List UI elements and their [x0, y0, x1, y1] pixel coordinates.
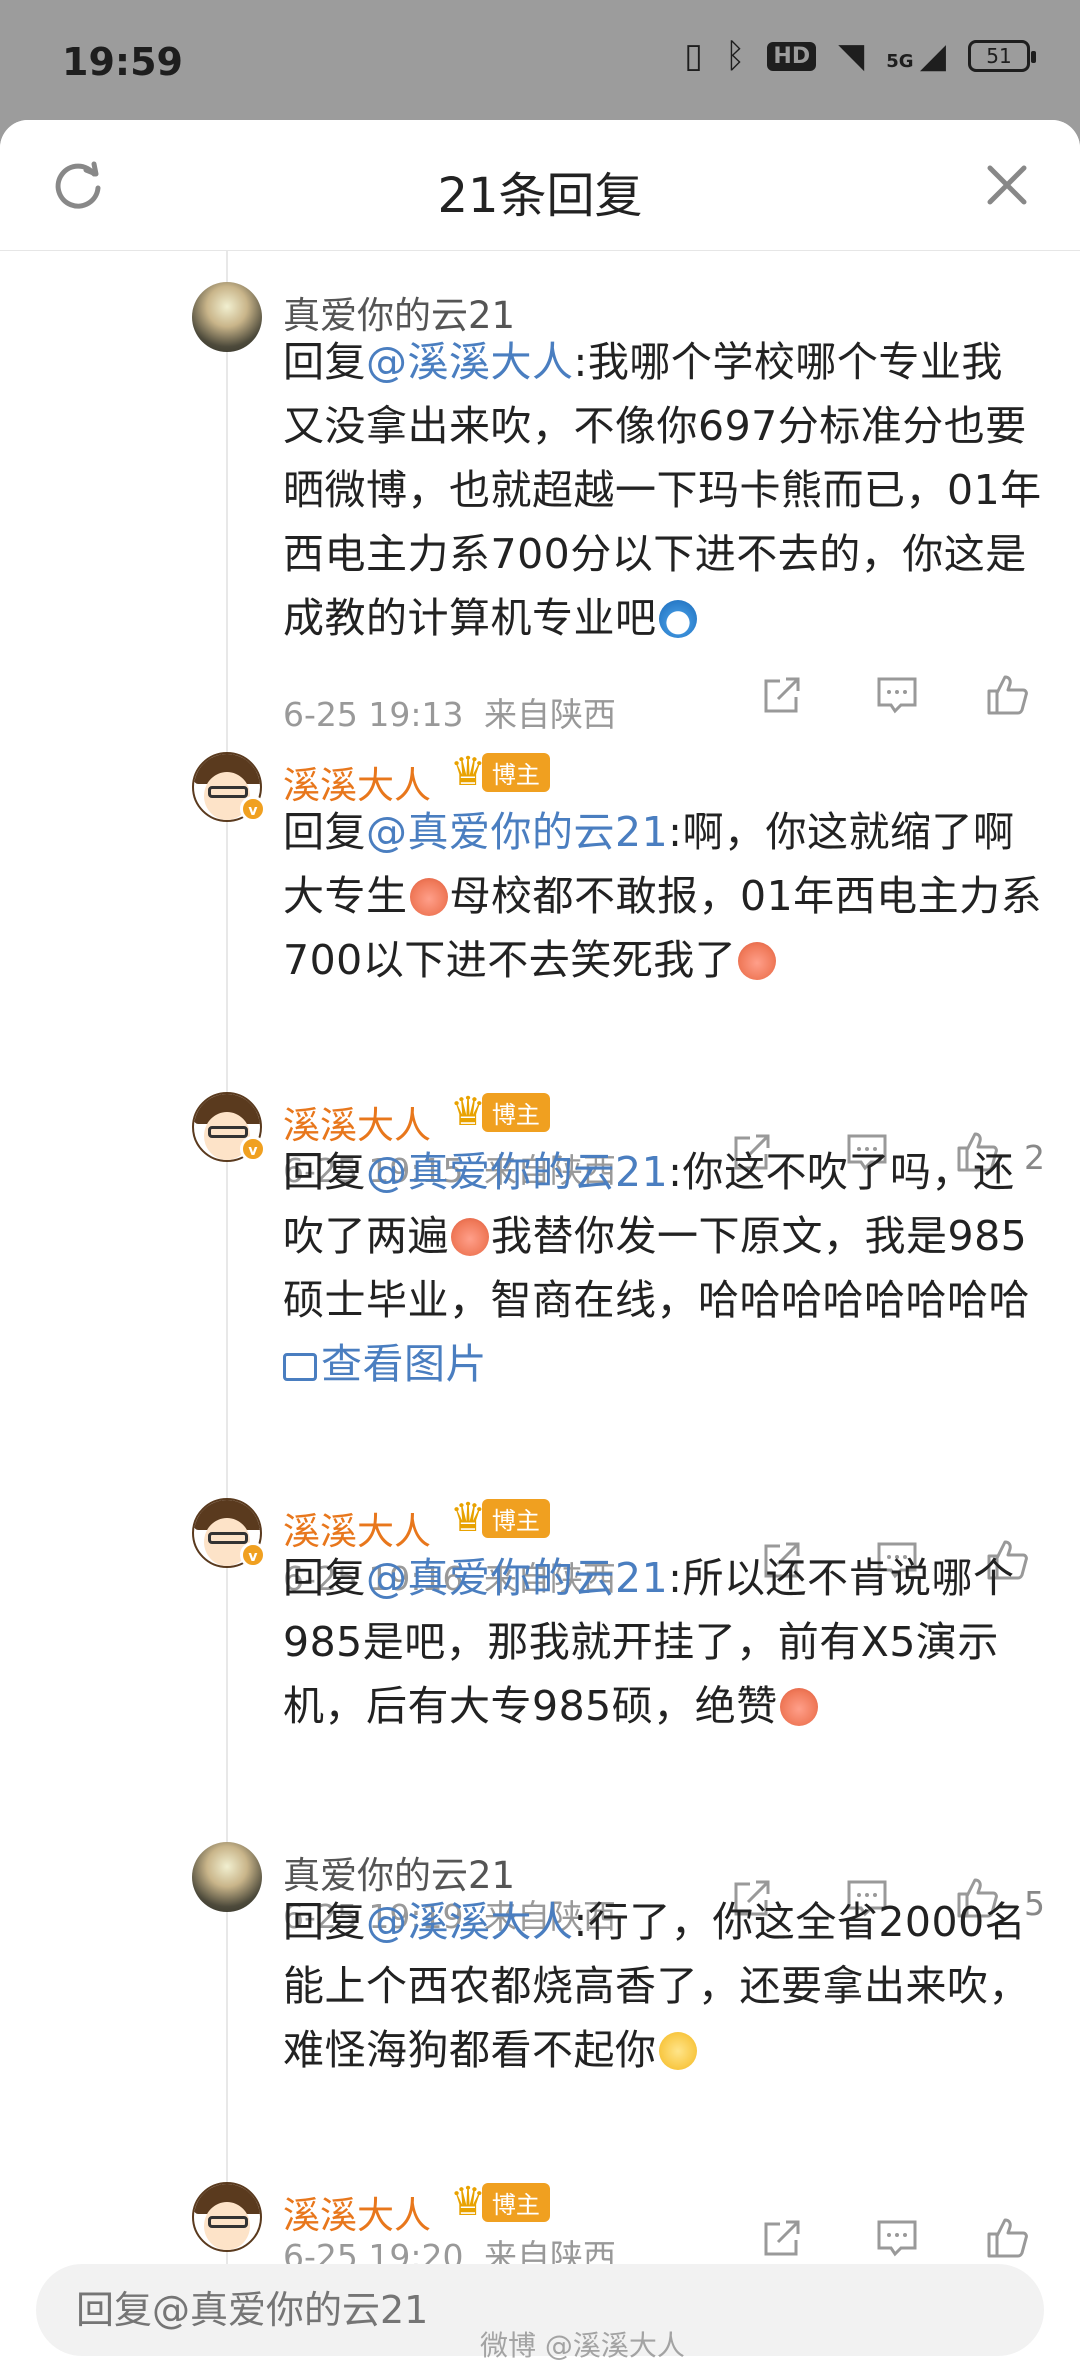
- reply-prefix: 回复: [283, 1898, 366, 1946]
- laugh-emoji-icon: [409, 878, 448, 916]
- reply-prefix: 回复: [283, 808, 366, 856]
- blogger-badge: ♛ 博主: [450, 1092, 550, 1132]
- close-icon[interactable]: [982, 160, 1032, 210]
- sheet-title: 21条回复: [437, 168, 643, 224]
- watermark: 微博 @溪溪大人: [480, 2329, 685, 2362]
- comment-text: 回复@真爱你的云21:你这不吹了吗，还吹了两遍 我替你发一下原文，我是985硕士毕…: [283, 1140, 1043, 1396]
- status-time: 19:59: [62, 40, 183, 84]
- comment-icon: [877, 2220, 917, 2257]
- comment-location: 来自陕西: [484, 695, 616, 734]
- comment-text: 回复@溪溪大人:我哪个学校哪个专业我又没拿出来吹，不像你697分标准分也要晒微博…: [283, 330, 1043, 650]
- network-type-label: 5G: [886, 51, 914, 72]
- thread-line: [226, 250, 228, 2330]
- comment-username[interactable]: 溪溪大人: [283, 2185, 431, 2239]
- avatar[interactable]: [192, 1842, 262, 1912]
- sheet-header: 21条回复: [0, 120, 1080, 251]
- status-icons: ▯ ᛒ HD ◥ 5G ◢ 51: [684, 36, 1036, 76]
- view-image-label: 查看图片: [321, 1340, 487, 1388]
- like-button[interactable]: [985, 2216, 1035, 2266]
- blogger-badge: ♛ 博主: [450, 752, 550, 792]
- crown-icon: ♛: [450, 749, 486, 795]
- comment-text: 回复@溪溪大人:行了，你这全省2000名能上个西农都烧高香了，还要拿出来吹，难怪…: [283, 1890, 1043, 2082]
- vibrate-icon: ▯: [684, 36, 703, 76]
- status-bar: 19:59 ▯ ᛒ HD ◥ 5G ◢ 51: [0, 0, 1080, 120]
- mention-link[interactable]: @溪溪大人: [366, 1898, 574, 1946]
- comment-text: 回复@真爱你的云21:啊，你这就缩了啊大专生 母校都不敢报，01年西电主力系700…: [283, 800, 1043, 992]
- comment-text: 回复@真爱你的云21:所以还不肯说哪个985是吧，那我就开挂了，前有X5演示机，…: [283, 1546, 1043, 1738]
- thumbs-up-icon: [987, 675, 1028, 715]
- battery-icon: 51: [968, 40, 1036, 72]
- crown-icon: ♛: [450, 1495, 486, 1541]
- avatar[interactable]: [192, 2182, 262, 2252]
- view-image-link[interactable]: 查看图片: [283, 1340, 487, 1388]
- replies-sheet: 21条回复 真爱你的云21 回复@溪溪大人:我哪个学校哪个专业我又没拿出来吹，不…: [0, 120, 1080, 2376]
- comment-button[interactable]: [875, 673, 925, 723]
- verified-badge-icon: v: [240, 1136, 266, 1162]
- comment-meta: 6-25 19:13 来自陕西: [283, 688, 616, 736]
- wifi-icon: ◥: [838, 36, 865, 76]
- doraemon-emoji-icon: [658, 600, 697, 638]
- laugh-emoji-icon: [738, 942, 777, 980]
- share-icon: [764, 2220, 800, 2256]
- blogger-badge: ♛ 博主: [450, 1498, 550, 1538]
- mention-link[interactable]: @真爱你的云21: [366, 1148, 668, 1196]
- verified-badge-icon: v: [240, 1542, 266, 1568]
- battery-level: 51: [986, 44, 1012, 68]
- avatar[interactable]: [192, 282, 262, 352]
- bluetooth-icon: ᛒ: [725, 36, 746, 76]
- mention-link[interactable]: @真爱你的云21: [366, 1554, 668, 1602]
- reply-prefix: 回复: [283, 338, 366, 386]
- share-icon: [764, 677, 800, 713]
- laugh-emoji-icon: [779, 1688, 818, 1726]
- mention-link[interactable]: @真爱你的云21: [366, 808, 668, 856]
- blogger-tag: 博主: [481, 2182, 550, 2222]
- reply-prefix: 回复: [283, 1554, 366, 1602]
- signal-icon: 5G ◢: [886, 36, 946, 76]
- mention-link[interactable]: @溪溪大人: [366, 338, 574, 386]
- blogger-tag: 博主: [481, 1498, 550, 1538]
- blogger-tag: 博主: [481, 1092, 550, 1132]
- share-button[interactable]: [760, 2216, 810, 2266]
- crown-icon: ♛: [450, 2179, 486, 2225]
- blogger-badge: ♛ 博主: [450, 2182, 550, 2222]
- smile-emoji-icon: [658, 2032, 697, 2070]
- comment-actions: [720, 673, 1060, 723]
- comment-icon: [877, 677, 917, 714]
- laugh-emoji-icon: [451, 1218, 489, 1256]
- comment-time: 6-25 19:13: [283, 695, 464, 734]
- comment-actions: [720, 2216, 1060, 2266]
- like-button[interactable]: [985, 673, 1035, 723]
- verified-badge-icon: v: [240, 796, 266, 822]
- image-icon: [283, 1353, 317, 1381]
- hd-icon: HD: [767, 41, 817, 71]
- comment-button[interactable]: [875, 2216, 925, 2266]
- blogger-tag: 博主: [481, 752, 550, 792]
- reply-prefix: 回复: [283, 1148, 366, 1196]
- thumbs-up-icon: [987, 2218, 1028, 2258]
- crown-icon: ♛: [450, 1089, 486, 1135]
- share-button[interactable]: [760, 673, 810, 723]
